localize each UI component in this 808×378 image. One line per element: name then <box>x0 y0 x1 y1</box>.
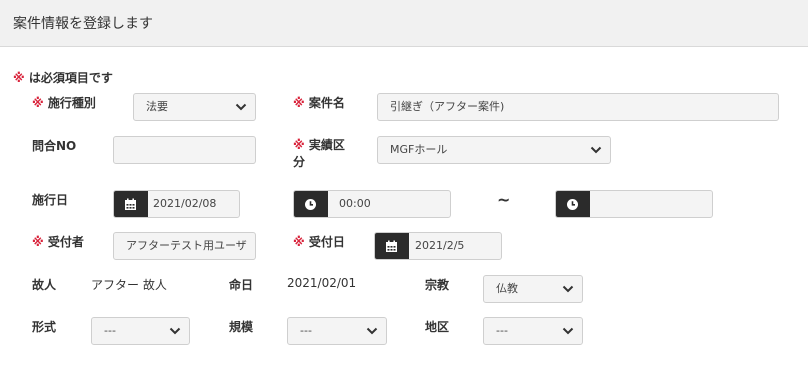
page-header: 案件情報を登録します <box>0 0 808 47</box>
label-meinichi: 命日 <box>229 276 253 293</box>
input-value: 2021/02/08 <box>153 197 217 210</box>
shukyo-select[interactable]: 仏教 <box>483 275 583 303</box>
chevron-down-icon <box>562 326 574 336</box>
label-uketsukesha: ※ 受付者 <box>32 233 84 250</box>
required-note-text: は必須項目です <box>28 71 113 85</box>
label-kojin: 故人 <box>32 276 56 293</box>
sekou-bi-date-input[interactable]: 2021/02/08 <box>113 190 240 218</box>
label-anken-mei: ※ 案件名 <box>293 94 345 111</box>
clock-icon[interactable] <box>556 191 590 217</box>
select-value: --- <box>104 324 116 337</box>
label-text: 案件名 <box>308 96 345 110</box>
label-chiku: 地区 <box>425 318 449 335</box>
time-range-separator: ~ <box>497 190 511 209</box>
label-uketsuke-bi: ※ 受付日 <box>293 233 345 250</box>
clock-icon[interactable] <box>294 191 328 217</box>
page-title: 案件情報を登録します <box>13 16 153 32</box>
required-mark: ※ <box>13 71 25 85</box>
uketsuke-bi-date-input[interactable]: 2021/2/5 <box>374 232 502 260</box>
label-jisseki-ku: ※ 実績区分 <box>293 137 349 171</box>
chevron-down-icon <box>366 326 378 336</box>
label-text: 形式 <box>32 320 57 334</box>
time-end-input[interactable] <box>555 190 713 218</box>
label-text: 受付日 <box>308 235 345 249</box>
input-value: 引継ぎ（アフター案件) <box>390 100 505 113</box>
select-value: --- <box>300 324 312 337</box>
label-text: 施行日 <box>32 193 69 207</box>
required-note: ※ は必須項目です <box>13 69 113 86</box>
label-keishiki: 形式 <box>32 318 56 335</box>
select-value: MGFホール <box>390 143 448 156</box>
select-value: 仏教 <box>496 282 518 295</box>
label-text: 宗教 <box>425 278 450 292</box>
input-value: アフターテスト用ユーザ <box>126 239 247 252</box>
meinichi-value: 2021/02/01 <box>287 276 357 290</box>
toigo-no-input[interactable] <box>113 136 256 164</box>
uketsukesha-input[interactable]: アフターテスト用ユーザ <box>113 232 256 260</box>
required-mark: ※ <box>293 235 305 249</box>
label-toigo-no: 問合NO <box>32 137 76 154</box>
label-text: 施行種別 <box>47 96 96 110</box>
select-value: --- <box>496 324 508 337</box>
calendar-icon[interactable] <box>375 233 409 259</box>
label-text: 受付者 <box>47 235 84 249</box>
required-mark: ※ <box>32 96 44 110</box>
label-kibo: 規模 <box>229 318 253 335</box>
select-value: 法要 <box>146 100 168 113</box>
label-sekou-shubetsu: ※ 施行種別 <box>32 94 96 111</box>
chevron-down-icon <box>235 102 247 112</box>
input-value: 00:00 <box>339 197 371 210</box>
input-value: 2021/2/5 <box>415 239 465 252</box>
chiku-select[interactable]: --- <box>483 317 583 345</box>
label-text: 規模 <box>229 320 254 334</box>
chevron-down-icon <box>590 145 602 155</box>
anken-mei-input[interactable]: 引継ぎ（アフター案件) <box>377 93 779 121</box>
required-mark: ※ <box>32 235 44 249</box>
time-start-input[interactable]: 00:00 <box>293 190 451 218</box>
kibo-select[interactable]: --- <box>287 317 387 345</box>
required-mark: ※ <box>293 96 305 110</box>
label-text: 命日 <box>229 278 254 292</box>
required-mark: ※ <box>293 138 305 152</box>
label-shukyo: 宗教 <box>425 276 449 293</box>
label-text: 問合NO <box>32 139 77 153</box>
chevron-down-icon <box>562 284 574 294</box>
label-text: 地区 <box>425 320 450 334</box>
sekou-shubetsu-select[interactable]: 法要 <box>133 93 256 121</box>
label-sekou-bi: 施行日 <box>32 191 68 208</box>
kojin-value: アフター 故人 <box>91 278 167 292</box>
label-text: 故人 <box>32 278 57 292</box>
keishiki-select[interactable]: --- <box>91 317 190 345</box>
jisseki-ku-select[interactable]: MGFホール <box>377 136 611 164</box>
chevron-down-icon <box>169 326 181 336</box>
calendar-icon[interactable] <box>114 191 148 217</box>
